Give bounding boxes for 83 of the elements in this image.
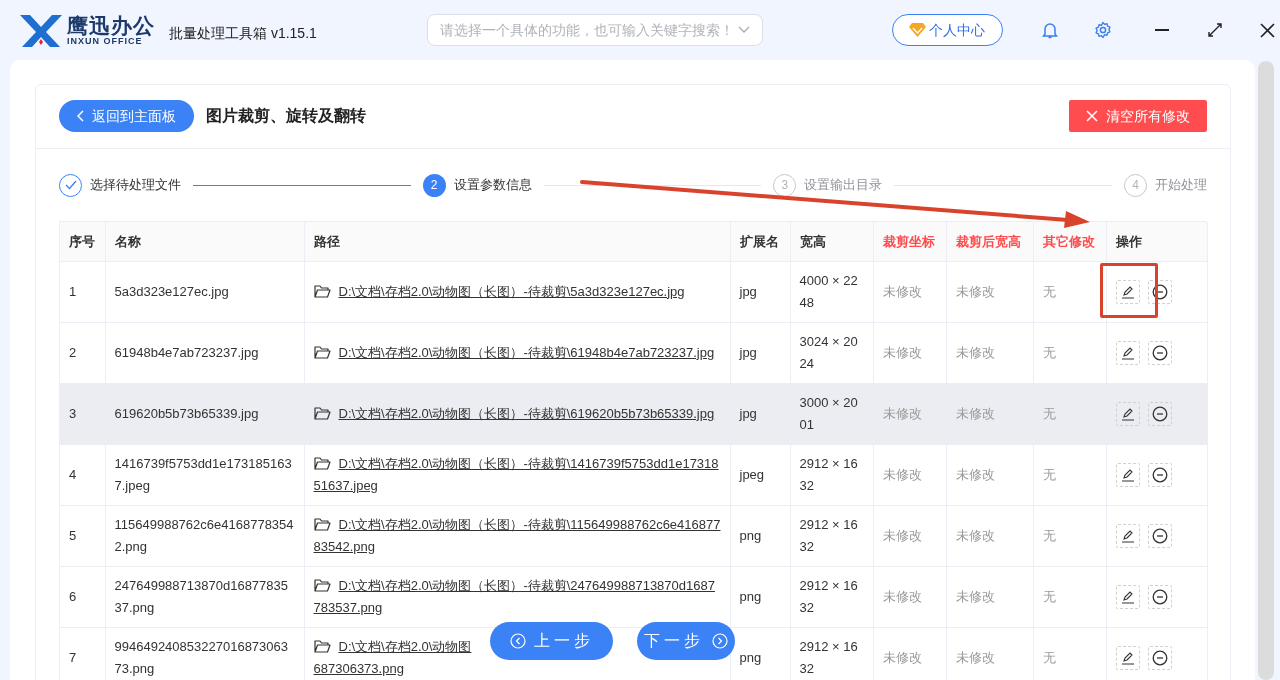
edit-button[interactable] (1115, 645, 1140, 670)
circle-chevron-left-icon (509, 633, 526, 649)
user-center-button[interactable]: 个人中心 (891, 14, 1003, 46)
minus-circle-icon (1151, 466, 1168, 483)
file-path-link[interactable]: D:\文档\存档2.0\动物图（长图）-待裁剪\1416739f5753dd1e1731851637.jpeg (313, 452, 721, 497)
previous-step-button[interactable]: 上一步 (490, 622, 613, 660)
check-icon (64, 180, 77, 190)
pencil-icon (1120, 528, 1135, 543)
step-label: 设置参数信息 (453, 176, 532, 195)
circle-chevron-right-icon (712, 633, 728, 649)
minimize-icon[interactable] (1154, 29, 1169, 31)
remove-button[interactable] (1147, 523, 1172, 548)
remove-button[interactable] (1147, 645, 1172, 670)
close-icon (1086, 110, 1098, 122)
folder-icon[interactable] (313, 406, 331, 420)
folder-icon[interactable] (313, 517, 331, 531)
close-icon[interactable] (1259, 22, 1275, 38)
folder-icon[interactable] (313, 284, 331, 298)
table-row[interactable]: 4 1416739f5753dd1e1731851637.jpeg D:\文档\存档2.0\动物图（长图）-待裁剪\1416739f5753dd1e1731851637.jpeg jpeg 2912 × 1632 未修改 未修改 无 (60, 444, 1207, 505)
bell-icon[interactable] (1041, 21, 1058, 39)
file-path-link[interactable]: D:\文档\存档2.0\动物图 (338, 635, 472, 658)
table-row[interactable]: 1 5a3d323e127ec.jpg D:\文档\存档2.0\动物图（长图）-待裁剪\5a3d323e127ec.jpg jpg 4000 × 2248 未修改 未修改 无 (60, 261, 1207, 322)
pencil-icon (1120, 284, 1135, 299)
table-row[interactable]: 5 115649988762c6e41687783542.png D:\文档\存档2.0\动物图（长图）-待裁剪\115649988762c6e41687783542.png png 2912 × 1632 未修改 未修改 无 (60, 505, 1207, 566)
logo-title: 鹰迅办公 (67, 14, 155, 36)
minus-circle-icon (1151, 649, 1168, 666)
table-cell: 未修改 (873, 627, 946, 680)
pencil-icon (1120, 406, 1135, 421)
edit-button[interactable] (1115, 340, 1140, 365)
file-path-link[interactable]: D:\文档\存档2.0\动物图（长图）-待裁剪\61948b4e7ab723237.jpg (313, 341, 721, 364)
file-path-link[interactable]: D:\文档\存档2.0\动物图（长图）-待裁剪\247649988713870d1687783537.png (313, 574, 721, 619)
file-path-link[interactable]: 687306373.png (313, 657, 404, 680)
page-title: 图片裁剪、旋转及翻转 (206, 106, 366, 126)
folder-icon[interactable] (313, 578, 331, 592)
remove-button[interactable] (1147, 279, 1172, 304)
logo-subtitle: INXUN OFFICE (67, 36, 143, 46)
table-cell: 无 (1033, 627, 1106, 680)
remove-button[interactable] (1147, 462, 1172, 487)
scrollbar[interactable] (1258, 61, 1274, 680)
search-field[interactable]: 请选择一个具体的功能，也可输入关键字搜索！ (426, 14, 763, 46)
file-path-link[interactable]: D:\文档\存档2.0\动物图（长图）-待裁剪\619620b5b73b65339.jpg (313, 402, 721, 425)
settings-icon[interactable] (1093, 21, 1112, 39)
edit-button[interactable] (1115, 462, 1140, 487)
pencil-icon (1120, 650, 1135, 665)
table-row[interactable]: 2 61948b4e7ab723237.jpg D:\文档\存档2.0\动物图（长图）-待裁剪\61948b4e7ab723237.jpg jpg 3024 × 2024 未修改 未修改 无 (60, 322, 1207, 383)
back-button[interactable]: 返回到主面板 (59, 100, 194, 132)
table-cell: 99464924085322701687306373.png (105, 627, 304, 680)
table-cell: 7 (60, 627, 105, 680)
folder-icon[interactable] (313, 456, 331, 470)
pencil-icon (1120, 589, 1135, 604)
remove-button[interactable] (1147, 401, 1172, 426)
file-path-link[interactable]: D:\文档\存档2.0\动物图（长图）-待裁剪\5a3d323e127ec.jpg (313, 280, 721, 303)
table-cell: 未修改 (946, 627, 1033, 680)
annotation-box (1100, 263, 1158, 318)
step-label: 开始处理 (1155, 176, 1207, 195)
minus-circle-icon (1151, 344, 1168, 361)
diamond-icon (909, 23, 927, 37)
remove-button[interactable] (1147, 340, 1172, 365)
logo-icon (18, 13, 64, 47)
minus-circle-icon (1151, 283, 1168, 300)
edit-button[interactable] (1115, 523, 1140, 548)
pencil-icon (1120, 467, 1135, 482)
edit-button[interactable] (1115, 279, 1140, 304)
step-label: 设置输出目录 (804, 176, 883, 195)
step-label: 选择待处理文件 (90, 176, 181, 195)
chevron-left-icon (77, 110, 84, 122)
folder-icon[interactable] (313, 639, 331, 653)
maximize-icon[interactable] (1207, 23, 1222, 37)
table-cell: 2912 × 1632 (790, 627, 873, 680)
edit-button[interactable] (1115, 584, 1140, 609)
app-title: 批量处理工具箱 v1.15.1 (169, 23, 317, 43)
pencil-icon (1120, 345, 1135, 360)
table-row[interactable]: 3 619620b5b73b65339.jpg D:\文档\存档2.0\动物图（长图）-待裁剪\619620b5b73b65339.jpg jpg 3000 × 2001 未修改 未修改 无 (60, 383, 1207, 444)
minus-circle-icon (1151, 405, 1168, 422)
chevron-down-icon (737, 26, 750, 34)
minus-circle-icon (1151, 588, 1168, 605)
next-step-button[interactable]: 下一步 (637, 622, 735, 660)
file-path-link[interactable]: D:\文档\存档2.0\动物图（长图）-待裁剪\115649988762c6e41687783542.png (313, 513, 721, 558)
edit-button[interactable] (1115, 401, 1140, 426)
table-row[interactable]: 6 247649988713870d1687783537.png D:\文档\存档2.0\动物图（长图）-待裁剪\247649988713870d1687783537.png png 2912 × 1632 未修改 未修改 无 (60, 566, 1207, 627)
remove-button[interactable] (1147, 584, 1172, 609)
folder-icon[interactable] (313, 345, 331, 359)
minus-circle-icon (1151, 527, 1168, 544)
